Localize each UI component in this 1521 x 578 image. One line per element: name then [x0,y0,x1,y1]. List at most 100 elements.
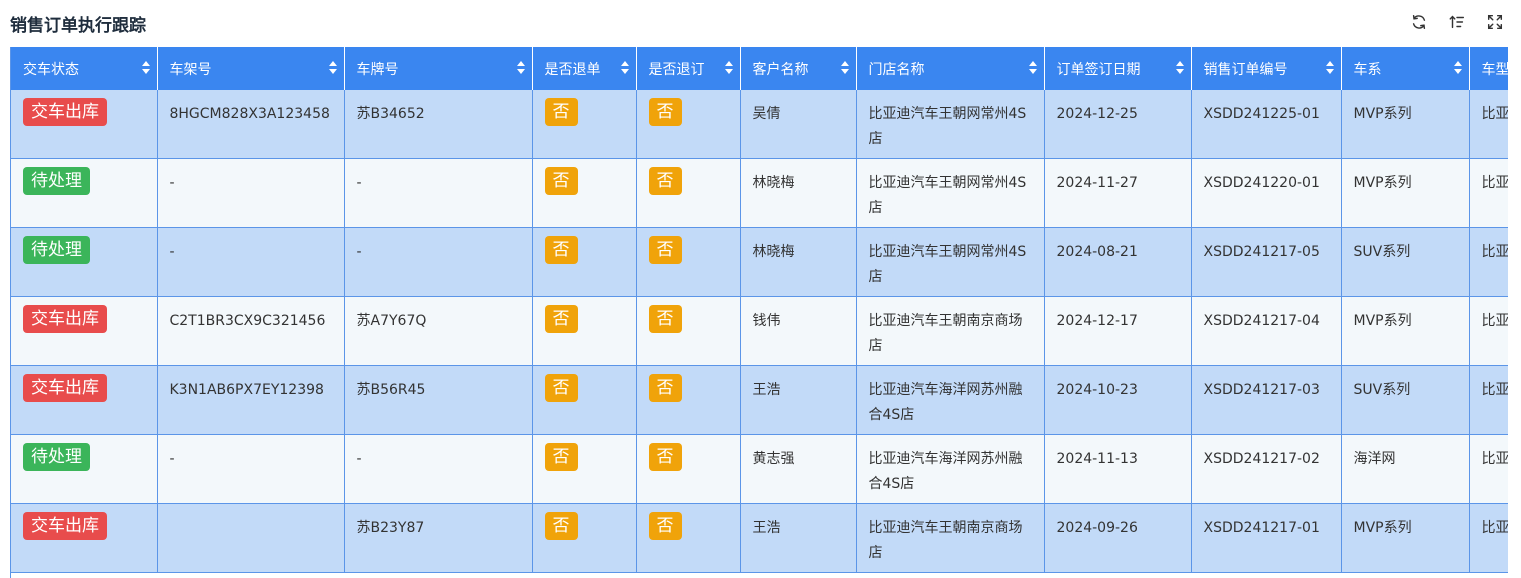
delivery-status-tag: 待处理 [23,443,90,471]
sort-icon[interactable] [1028,61,1037,75]
order-date-cell: 2024-12-17 [1044,296,1192,366]
refund-tag: 否 [544,98,578,126]
vin-cell: - [157,158,345,228]
store-cell: 比亚迪汽车王朝南京商场店 [856,296,1045,366]
sort-icon[interactable] [516,61,525,75]
delivery-status-cell: 待处理 [11,158,158,228]
header-vin[interactable]: 车架号 [157,47,345,90]
header-order-no[interactable]: 销售订单编号 [1191,47,1342,90]
customer-cell: 吴倩 [740,90,857,159]
delivery-status-cell: 交车出库 [11,503,158,573]
order-no-cell: XSDD241225-01 [1191,90,1342,159]
customer-cell: 林晓梅 [740,227,857,297]
order-date-cell: 2024-09-26 [1044,503,1192,573]
header-customer[interactable]: 客户名称 [740,47,857,90]
header-store[interactable]: 门店名称 [856,47,1045,90]
sort-icon[interactable] [1175,61,1184,75]
series-cell: 海洋网 [1341,434,1470,504]
delivery-status-tag: 交车出库 [23,512,107,540]
refund-cell: 否 [532,296,637,366]
vin-cell [157,503,345,573]
table-row[interactable]: 交车出库 C2T1BR3CX9C321456 苏A7Y67Q 否 否 钱伟 比亚迪汽车王朝南… [11,296,1508,366]
header-refund[interactable]: 是否退单 [532,47,637,90]
series-cell: MVP系列 [1341,158,1470,228]
order-no-cell: XSDD241217-05 [1191,227,1342,297]
sort-icon[interactable] [840,61,849,75]
page-title: 销售订单执行跟踪 [10,16,146,36]
order-table: 交车状态 车架号 车牌号 是否退单 是否退订 客户名称 门店名称 订单签订日期 … [11,47,1508,573]
sort-icon[interactable] [1453,61,1462,75]
cancel-cell: 否 [636,227,741,297]
header-series[interactable]: 车系 [1341,47,1470,90]
cancel-cell: 否 [636,365,741,435]
customer-cell: 钱伟 [740,296,857,366]
sort-icon[interactable] [724,61,733,75]
plate-cell: 苏B34652 [344,90,533,159]
model-cell: 比亚 [1469,503,1508,573]
order-date-cell: 2024-12-25 [1044,90,1192,159]
cancel-cell: 否 [636,90,741,159]
refund-tag: 否 [544,443,578,471]
model-cell: 比亚 [1469,158,1508,228]
header-plate[interactable]: 车牌号 [344,47,533,90]
cancel-cell: 否 [636,434,741,504]
cancel-tag: 否 [648,443,682,471]
plate-cell: - [344,227,533,297]
delivery-status-tag: 交车出库 [23,374,107,402]
series-cell: MVP系列 [1341,296,1470,366]
table-row[interactable]: 交车出库 苏B23Y87 否 否 王浩 比亚迪汽车王朝南京商场店 2024-09-26 XSD… [11,503,1508,573]
series-cell: MVP系列 [1341,503,1470,573]
delivery-status-cell: 待处理 [11,434,158,504]
order-date-cell: 2024-11-13 [1044,434,1192,504]
customer-cell: 王浩 [740,503,857,573]
plate-cell: 苏B56R45 [344,365,533,435]
header-order-date[interactable]: 订单签订日期 [1044,47,1192,90]
table-row[interactable]: 待处理 - - 否否黄志强 比亚迪汽车海洋网苏州融合4S店 2024-11-13 XSDD2… [11,434,1508,504]
refund-cell: 否 [532,365,637,435]
vin-cell: 8HGCM828X3A123458 [157,90,345,159]
sort-icon[interactable] [1325,61,1334,75]
plate-cell: - [344,158,533,228]
table-row[interactable]: 交车出库 8HGCM828X3A123458 苏B34652 否 否 吴倩 比亚迪汽车王朝网… [11,90,1508,159]
vin-cell: - [157,227,345,297]
customer-cell: 林晓梅 [740,158,857,228]
plate-cell: 苏A7Y67Q [344,296,533,366]
refund-tag: 否 [544,305,578,333]
model-cell: 比亚 [1469,365,1508,435]
table-row[interactable]: 待处理 - - 否否林晓梅 比亚迪汽车王朝网常州4S店 2024-11-27 XSDD241… [11,158,1508,228]
sort-icon[interactable] [141,61,150,75]
order-date-cell: 2024-08-21 [1044,227,1192,297]
store-cell: 比亚迪汽车王朝网常州4S店 [856,227,1045,297]
store-cell: 比亚迪汽车海洋网苏州融合4S店 [856,434,1045,504]
table-row[interactable]: 待处理 - - 否否林晓梅 比亚迪汽车王朝网常州4S店 2024-08-21 XSDD241… [11,227,1508,297]
table-header-row: 交车状态 车架号 车牌号 是否退单 是否退订 客户名称 门店名称 订单签订日期 … [11,47,1508,90]
cancel-tag: 否 [648,167,682,195]
model-cell: 比亚 [1469,227,1508,297]
delivery-status-cell: 交车出库 [11,365,158,435]
delivery-status-tag: 交车出库 [23,305,107,333]
delivery-status-tag: 待处理 [23,236,90,264]
header-model[interactable]: 车型 [1469,47,1508,90]
fullscreen-icon[interactable] [1485,12,1505,32]
header-cancel[interactable]: 是否退订 [636,47,741,90]
header-delivery-status[interactable]: 交车状态 [11,47,158,90]
refresh-icon[interactable] [1409,12,1429,32]
cancel-tag: 否 [648,236,682,264]
sort-icon[interactable] [620,61,629,75]
toolbar [1409,12,1505,32]
cancel-tag: 否 [648,374,682,402]
refund-cell: 否 [532,227,637,297]
delivery-status-cell: 交车出库 [11,296,158,366]
cancel-tag: 否 [648,305,682,333]
refund-cell: 否 [532,434,637,504]
table-row[interactable]: 交车出库 K3N1AB6PX7EY12398 苏B56R45 否 否 王浩 比亚迪汽车海洋网… [11,365,1508,435]
column-settings-icon[interactable] [1447,12,1467,32]
series-cell: MVP系列 [1341,90,1470,159]
refund-cell: 否 [532,158,637,228]
order-table-container[interactable]: 交车状态 车架号 车牌号 是否退单 是否退订 客户名称 门店名称 订单签订日期 … [10,47,1508,578]
vin-cell: C2T1BR3CX9C321456 [157,296,345,366]
order-no-cell: XSDD241217-01 [1191,503,1342,573]
store-cell: 比亚迪汽车王朝网常州4S店 [856,158,1045,228]
store-cell: 比亚迪汽车海洋网苏州融合4S店 [856,365,1045,435]
sort-icon[interactable] [328,61,337,75]
